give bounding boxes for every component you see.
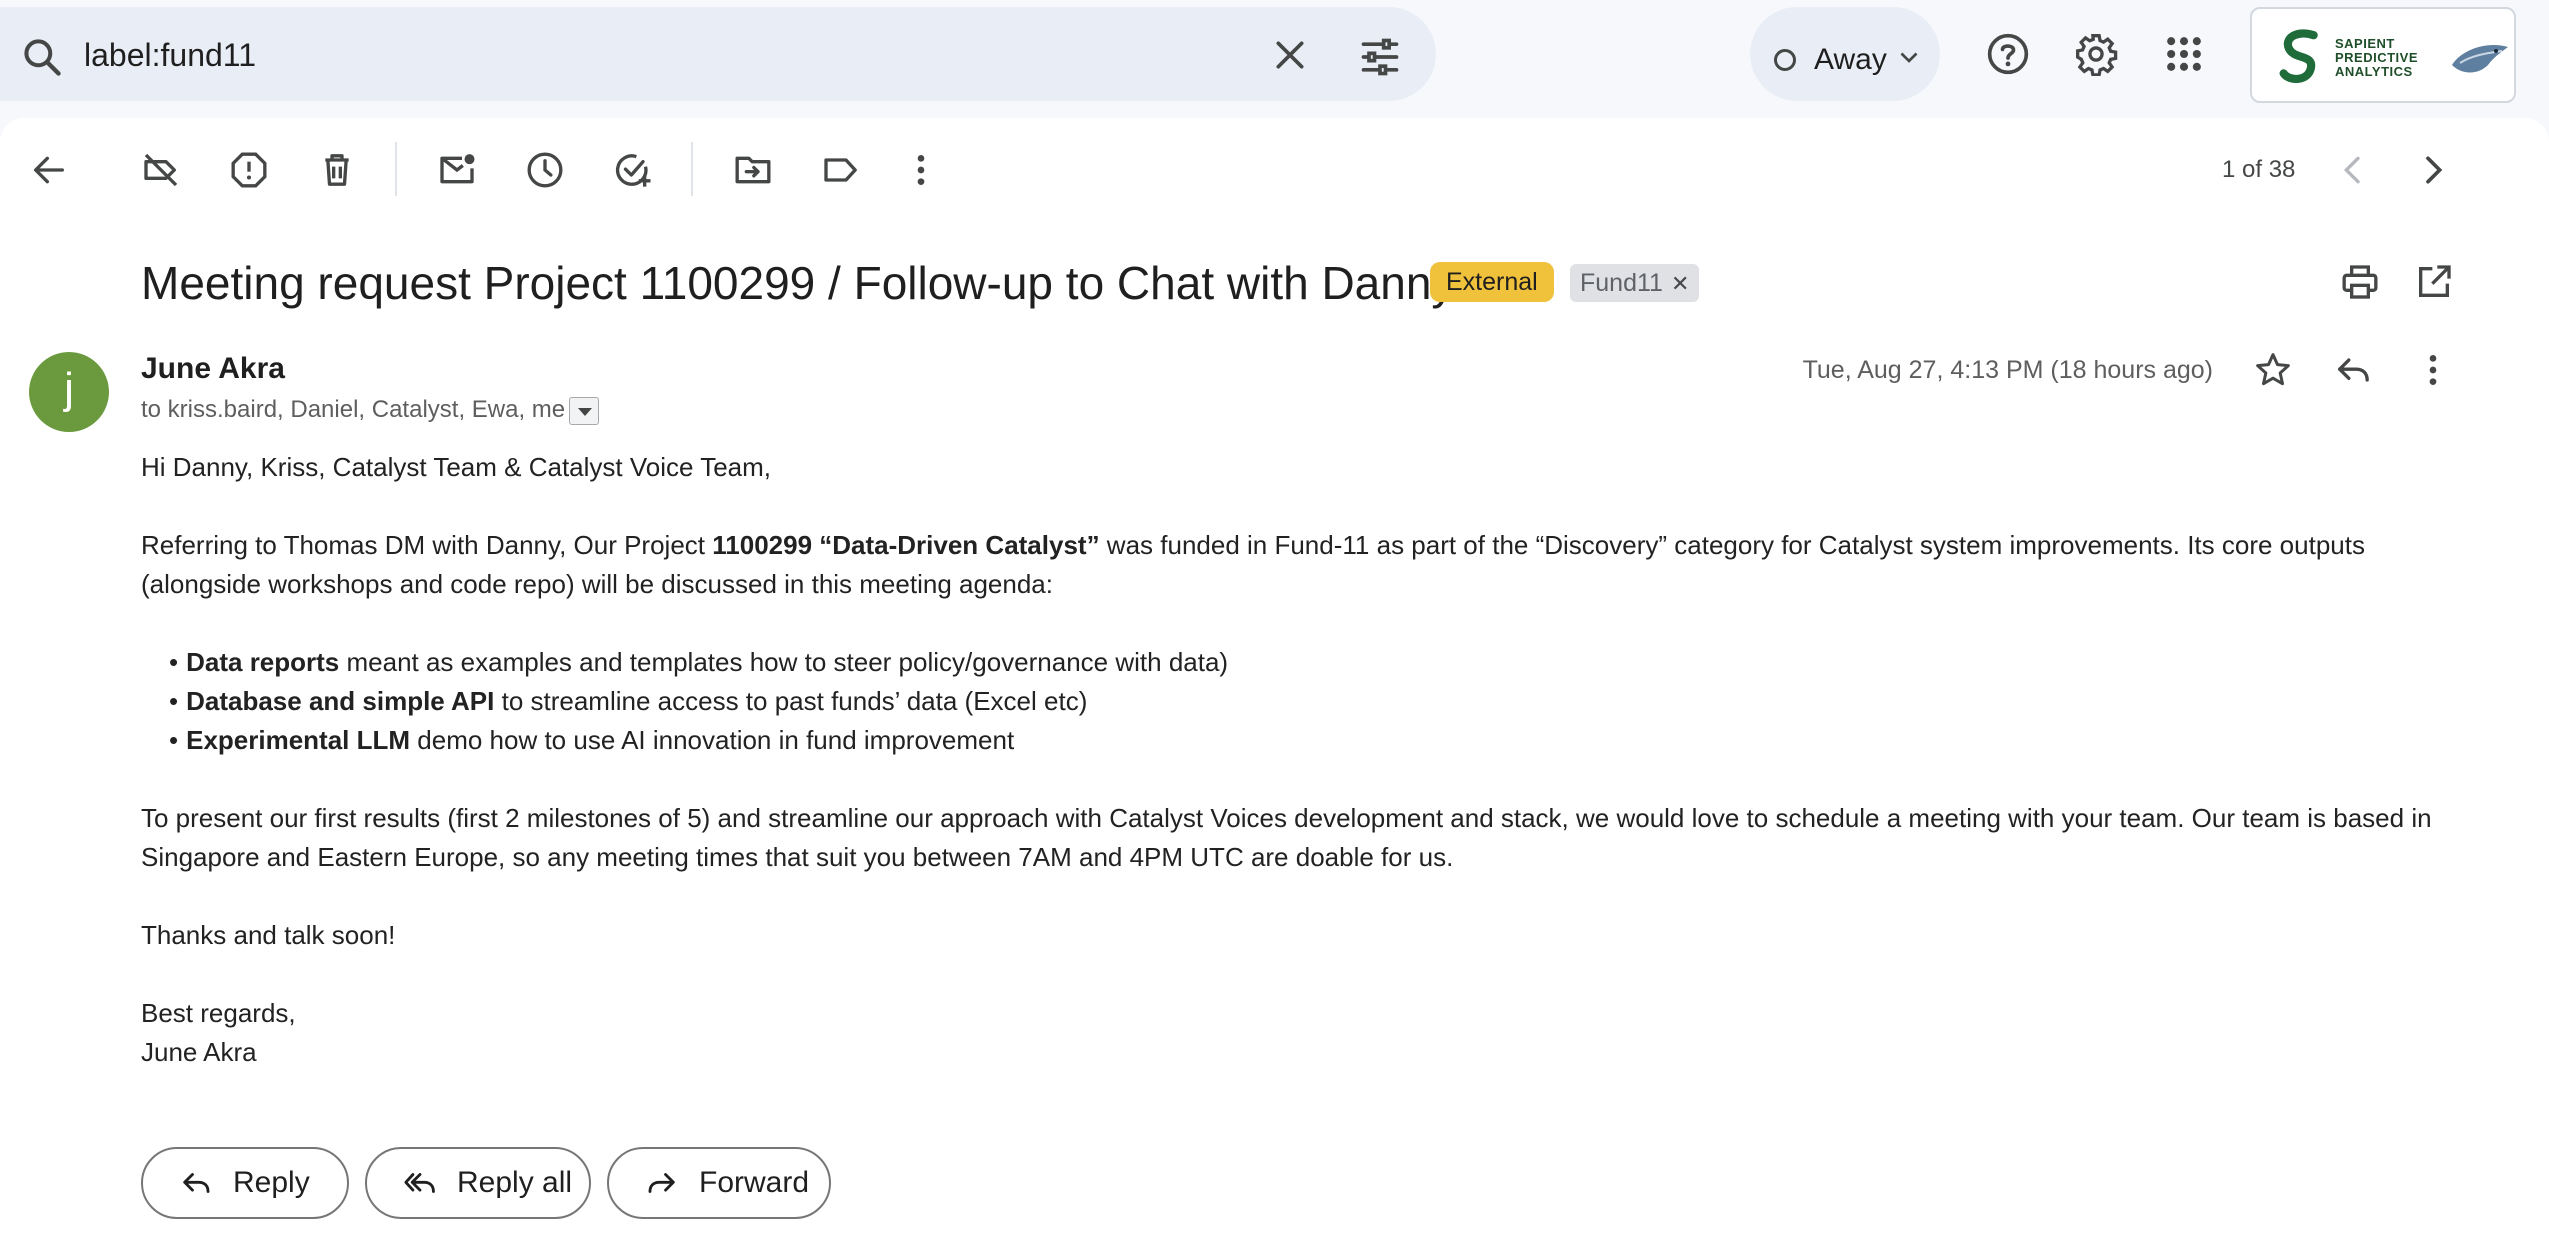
- status-dot-icon: [1774, 49, 1796, 71]
- label-chip-external: External: [1430, 262, 1554, 302]
- sender-avatar[interactable]: j: [29, 352, 109, 432]
- add-task-icon[interactable]: [613, 150, 653, 190]
- open-in-new-window-icon[interactable]: [2414, 262, 2454, 302]
- search-input[interactable]: label:fund11: [84, 37, 256, 74]
- recipients-line: to kriss.baird, Daniel, Catalyst, Ewa, m…: [141, 396, 600, 425]
- reply-button[interactable]: Reply: [141, 1147, 349, 1219]
- recipients-text: to kriss.baird, Daniel, Catalyst, Ewa, m…: [141, 396, 566, 423]
- email-subject: Meeting request Project 1100299 / Follow…: [141, 257, 1455, 309]
- intro-text: Referring to Thomas DM with Danny, Our P…: [141, 530, 713, 560]
- body-intro: Referring to Thomas DM with Danny, Our P…: [141, 526, 2441, 604]
- agenda-list: Data reports meant as examples and templ…: [169, 643, 2441, 760]
- message-panel: 1 of 38 Meeting request Project 1100299 …: [0, 118, 2549, 1245]
- print-icon[interactable]: [2340, 262, 2380, 302]
- signature-name: June Akra: [141, 1037, 257, 1067]
- older-chevron-right-icon[interactable]: [2413, 150, 2453, 190]
- status-label: Away: [1814, 43, 1887, 76]
- list-item: Experimental LLM demo how to use AI inno…: [169, 721, 2441, 760]
- list-item-bold: Data reports: [186, 647, 340, 677]
- show-details-dropdown-icon[interactable]: [569, 396, 600, 425]
- search-icon[interactable]: [20, 35, 64, 79]
- delete-trash-icon[interactable]: [317, 150, 357, 190]
- forward-button-label: Forward: [699, 1166, 810, 1199]
- more-message-options-icon[interactable]: [2413, 350, 2453, 390]
- top-bar: label:fund11 Away SAPIENT PREDICTIVE ANA…: [0, 0, 2549, 112]
- signature-line: Best regards,: [141, 998, 296, 1028]
- forward-button[interactable]: Forward: [607, 1147, 831, 1219]
- help-icon[interactable]: [1986, 32, 2030, 76]
- more-options-icon[interactable]: [901, 150, 941, 190]
- account-avatar: [2452, 45, 2508, 73]
- toolbar-divider: [691, 142, 693, 196]
- newer-chevron-left-icon[interactable]: [2333, 150, 2373, 190]
- star-icon[interactable]: [2253, 350, 2293, 390]
- back-arrow-icon[interactable]: [29, 150, 69, 190]
- snooze-clock-icon[interactable]: [525, 150, 565, 190]
- report-spam-icon[interactable]: [229, 150, 269, 190]
- body-greeting: Hi Danny, Kriss, Catalyst Team & Catalys…: [141, 452, 772, 482]
- project-name: 1100299 “Data-Driven Catalyst”: [712, 530, 1100, 560]
- list-item: Database and simple API to streamline ac…: [169, 682, 2441, 721]
- not-important-label-icon[interactable]: [141, 150, 181, 190]
- remove-label-icon[interactable]: ✕: [1671, 271, 1689, 296]
- search-options-icon[interactable]: [1358, 35, 1402, 79]
- list-item-text: to streamline access to past funds’ data…: [494, 686, 1088, 716]
- list-item-bold: Database and simple API: [186, 686, 495, 716]
- apps-grid-icon[interactable]: [2162, 32, 2206, 76]
- account-brand-button[interactable]: SAPIENT PREDICTIVE ANALYTICS: [2250, 7, 2516, 103]
- reply-all-button-label: Reply all: [457, 1166, 573, 1199]
- reply-button-label: Reply: [233, 1166, 310, 1199]
- brand-name: SAPIENT PREDICTIVE ANALYTICS: [2335, 36, 2419, 79]
- pager-count: 1 of 38: [2222, 156, 2296, 183]
- toolbar-divider: [395, 142, 397, 196]
- reply-icon: [183, 1173, 210, 1193]
- label-chip-fund-text: Fund11: [1580, 269, 1663, 297]
- chevron-down-icon: [1900, 52, 1918, 63]
- clear-search-icon[interactable]: [1270, 35, 1310, 75]
- reply-all-icon: [404, 1173, 435, 1193]
- forward-icon: [648, 1173, 675, 1193]
- list-item-bold: Experimental LLM: [186, 725, 411, 755]
- body-closing: Thanks and talk soon!: [141, 920, 396, 950]
- mark-unread-icon[interactable]: [437, 150, 477, 190]
- brand-logo-icon: [2279, 29, 2318, 83]
- search-bar[interactable]: label:fund11: [0, 7, 1436, 101]
- reply-all-button[interactable]: Reply all: [365, 1147, 591, 1219]
- label-tag-icon[interactable]: [821, 150, 861, 190]
- email-body: Hi Danny, Kriss, Catalyst Team & Catalys…: [141, 448, 2441, 1072]
- list-item: Data reports meant as examples and templ…: [169, 643, 2441, 682]
- move-to-folder-icon[interactable]: [733, 150, 773, 190]
- email-date: Tue, Aug 27, 4:13 PM (18 hours ago): [1802, 356, 2213, 384]
- status-selector[interactable]: Away: [1750, 7, 1940, 101]
- body-paragraph: To present our first results (first 2 mi…: [141, 803, 2432, 872]
- reply-arrow-icon[interactable]: [2333, 350, 2373, 390]
- label-chip-fund[interactable]: Fund11 ✕: [1570, 264, 1700, 302]
- list-item-text: demo how to use AI innovation in fund im…: [410, 725, 1015, 755]
- list-item-text: meant as examples and templates how to s…: [339, 647, 1229, 677]
- settings-gear-icon[interactable]: [2074, 32, 2118, 76]
- sender-name[interactable]: June Akra: [141, 352, 285, 386]
